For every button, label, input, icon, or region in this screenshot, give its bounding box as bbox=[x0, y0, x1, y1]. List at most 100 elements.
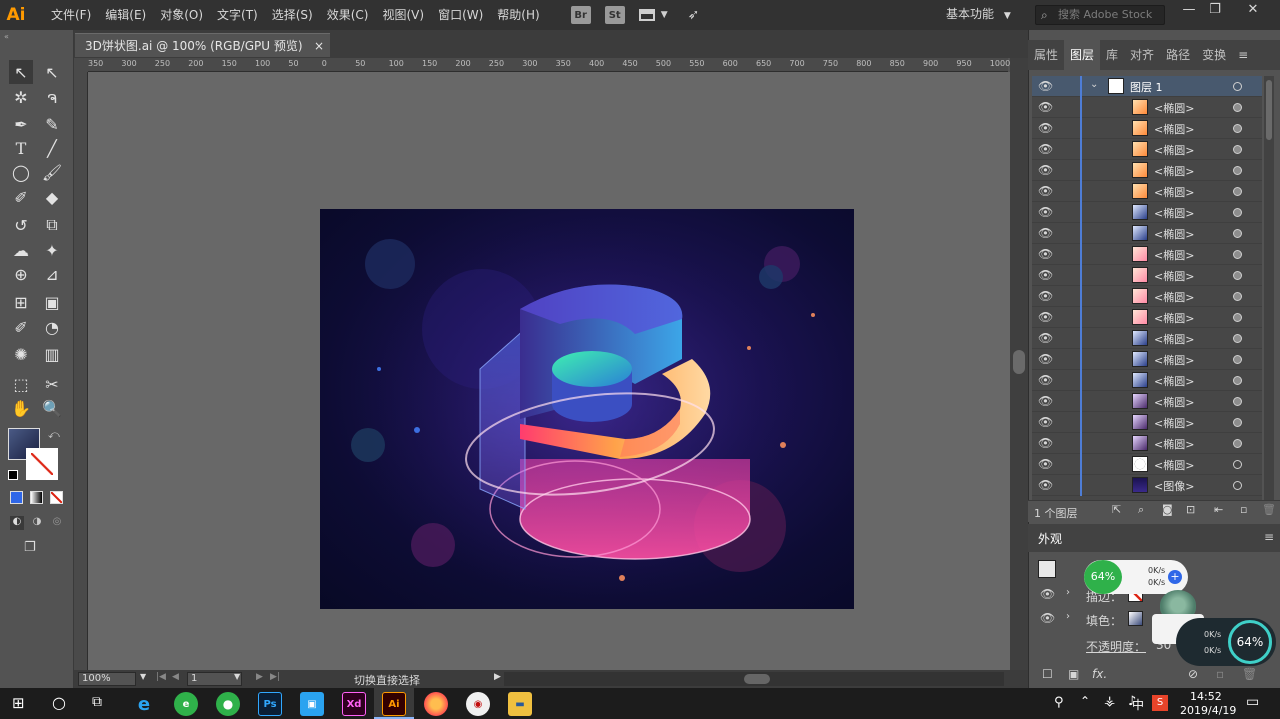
clipping-mask-icon[interactable]: ◙ bbox=[1162, 503, 1173, 516]
layer-row[interactable]: 👁 <椭圆> bbox=[1032, 223, 1262, 244]
close-tab-icon[interactable]: × bbox=[314, 34, 324, 58]
menu-edit[interactable]: 编辑(E) bbox=[98, 0, 153, 30]
last-artboard-icon[interactable]: ▶| bbox=[270, 672, 280, 682]
tab-libraries[interactable]: 库 bbox=[1100, 40, 1124, 70]
draw-inside-icon[interactable]: ◎ bbox=[50, 516, 64, 530]
xd-icon[interactable]: Xd bbox=[342, 692, 366, 716]
panel-collapse-icon[interactable]: « bbox=[4, 32, 9, 41]
visibility-eye-icon[interactable]: 👁 bbox=[1038, 310, 1053, 324]
clock-time[interactable]: 14:52 bbox=[1190, 690, 1222, 703]
document-tab[interactable]: 3D饼状图.ai @ 100% (RGB/GPU 预览) × bbox=[75, 33, 330, 57]
visibility-eye-icon[interactable]: 👁 bbox=[1038, 373, 1053, 387]
scale-tool-icon[interactable]: ⧉ bbox=[40, 213, 64, 237]
panel-menu-icon[interactable]: ≡ bbox=[1264, 530, 1274, 544]
windows-start-icon[interactable]: ⊞ bbox=[12, 694, 25, 712]
expand-chevron-icon[interactable]: › bbox=[1066, 611, 1070, 622]
visibility-eye-icon[interactable]: 👁 bbox=[1038, 79, 1053, 93]
stock-button[interactable]: St bbox=[604, 6, 625, 24]
visibility-eye-icon[interactable]: 👁 bbox=[1038, 436, 1053, 450]
network-widget-dark[interactable]: 0K/s 0K/s 64% bbox=[1176, 618, 1276, 666]
magic-wand-tool-icon[interactable]: ✲ bbox=[9, 85, 33, 109]
visibility-eye-icon[interactable]: 👁 bbox=[1038, 394, 1053, 408]
network-widget[interactable]: 64% 0K/s 0K/s + bbox=[1084, 560, 1188, 594]
rocket-icon[interactable]: ➶ bbox=[688, 7, 700, 23]
duplicate-item-icon[interactable]: ▫ bbox=[1216, 667, 1224, 681]
shape-builder-tool-icon[interactable]: ⊕ bbox=[9, 262, 33, 286]
ruler-origin[interactable] bbox=[74, 58, 88, 72]
layer-row[interactable]: 👁 <椭圆> bbox=[1032, 391, 1262, 412]
layer-row[interactable]: 👁 <椭圆> bbox=[1032, 307, 1262, 328]
stroke-swatch[interactable] bbox=[26, 448, 58, 480]
chevron-down-icon[interactable]: ▼ bbox=[661, 10, 668, 20]
visibility-eye-icon[interactable]: 👁 bbox=[1038, 163, 1053, 177]
line-tool-icon[interactable]: ╱ bbox=[40, 136, 64, 160]
menu-view[interactable]: 视图(V) bbox=[375, 0, 431, 30]
layer-row-header[interactable]: 👁 ⌄ 图层 1 bbox=[1032, 76, 1262, 97]
artboard[interactable] bbox=[320, 209, 854, 609]
layer-target-icon[interactable] bbox=[1233, 229, 1242, 238]
visibility-eye-icon[interactable]: 👁 bbox=[1038, 121, 1053, 135]
arrange-documents-icon[interactable] bbox=[638, 9, 655, 21]
layer-target-icon[interactable] bbox=[1233, 103, 1242, 112]
shaper-tool-icon[interactable]: ✐ bbox=[9, 185, 33, 209]
collect-in-new-layer-icon[interactable]: ⇤ bbox=[1214, 503, 1223, 516]
visibility-eye-icon[interactable]: 👁 bbox=[1038, 268, 1053, 282]
wechat-icon[interactable]: ● bbox=[216, 692, 240, 716]
photoshop-icon[interactable]: Ps bbox=[258, 692, 282, 716]
layer-row[interactable]: 👁 <椭圆> bbox=[1032, 118, 1262, 139]
layer-target-icon[interactable] bbox=[1233, 334, 1242, 343]
layer-row[interactable]: 👁 <椭圆> bbox=[1032, 412, 1262, 433]
screen-mode-icon[interactable]: ❐ bbox=[24, 540, 48, 556]
visibility-eye-icon[interactable]: 👁 bbox=[1038, 289, 1053, 303]
next-artboard-icon[interactable]: ▶ bbox=[256, 672, 263, 682]
zoom-field[interactable]: 100% bbox=[78, 672, 136, 686]
illustrator-icon[interactable]: Ai bbox=[382, 692, 406, 716]
direct-selection-tool-icon[interactable]: ↖ bbox=[40, 60, 64, 84]
visibility-eye-icon[interactable]: 👁 bbox=[1038, 415, 1053, 429]
visibility-eye-icon[interactable]: 👁 bbox=[1040, 611, 1055, 625]
cortana-icon[interactable]: ○ bbox=[52, 693, 66, 712]
layer-row[interactable]: 👁 <椭圆> bbox=[1032, 181, 1262, 202]
task-view-icon[interactable]: ⧉ bbox=[92, 694, 102, 710]
close-window-button[interactable]: ✕ bbox=[1240, 2, 1266, 17]
layer-target-icon[interactable] bbox=[1233, 376, 1242, 385]
sogou-ime-icon[interactable]: S bbox=[1152, 695, 1168, 711]
status-menu-icon[interactable]: ▶ bbox=[494, 672, 501, 682]
layer-row[interactable]: 👁 <图像> bbox=[1032, 475, 1262, 496]
layer-row[interactable]: 👁 <椭圆> bbox=[1032, 370, 1262, 391]
visibility-eye-icon[interactable]: 👁 bbox=[1038, 457, 1053, 471]
layer-target-icon[interactable] bbox=[1233, 208, 1242, 217]
layer-target-icon[interactable] bbox=[1233, 187, 1242, 196]
mesh-tool-icon[interactable]: ⊞ bbox=[9, 290, 33, 314]
ie-browser-icon[interactable]: e bbox=[132, 692, 156, 716]
layer-row[interactable]: 👁 <椭圆> bbox=[1032, 265, 1262, 286]
visibility-eye-icon[interactable]: 👁 bbox=[1038, 331, 1053, 345]
firefox-icon[interactable] bbox=[424, 692, 448, 716]
menu-help[interactable]: 帮助(H) bbox=[490, 0, 546, 30]
restore-button[interactable]: ❐ bbox=[1202, 2, 1228, 17]
layer-target-icon[interactable] bbox=[1233, 82, 1242, 91]
artboard-tool-icon[interactable]: ⬚ bbox=[9, 372, 33, 396]
ime-label[interactable]: 中 bbox=[1132, 696, 1144, 713]
warp-tool-icon[interactable]: ☁ bbox=[9, 238, 33, 262]
file-explorer-icon[interactable]: ▬ bbox=[508, 692, 532, 716]
draw-behind-icon[interactable]: ◑ bbox=[30, 516, 44, 530]
menu-type[interactable]: 文字(T) bbox=[210, 0, 265, 30]
lasso-tool-icon[interactable]: ຈ bbox=[40, 85, 64, 109]
visibility-eye-icon[interactable]: 👁 bbox=[1038, 184, 1053, 198]
tab-pathfinder[interactable]: 路径 bbox=[1160, 40, 1196, 70]
layer-row[interactable]: 👁 <椭圆> bbox=[1032, 328, 1262, 349]
layer-row[interactable]: 👁 <椭圆> bbox=[1032, 244, 1262, 265]
bridge-button[interactable]: Br bbox=[570, 6, 591, 24]
hand-tool-icon[interactable]: ✋ bbox=[9, 396, 33, 420]
layer-target-icon[interactable] bbox=[1233, 145, 1242, 154]
chevron-up-icon[interactable]: ⌃ bbox=[1080, 694, 1090, 708]
visibility-eye-icon[interactable]: 👁 bbox=[1038, 247, 1053, 261]
layer-target-icon[interactable] bbox=[1233, 397, 1242, 406]
tab-layers[interactable]: 图层 bbox=[1064, 40, 1101, 70]
slice-tool-icon[interactable]: ✂ bbox=[40, 372, 64, 396]
layer-row[interactable]: 👁 <椭圆> bbox=[1032, 160, 1262, 181]
menu-effect[interactable]: 效果(C) bbox=[320, 0, 376, 30]
gradient-tool-icon[interactable]: ▣ bbox=[40, 290, 64, 314]
layer-row[interactable]: 👁 <椭圆> bbox=[1032, 433, 1262, 454]
